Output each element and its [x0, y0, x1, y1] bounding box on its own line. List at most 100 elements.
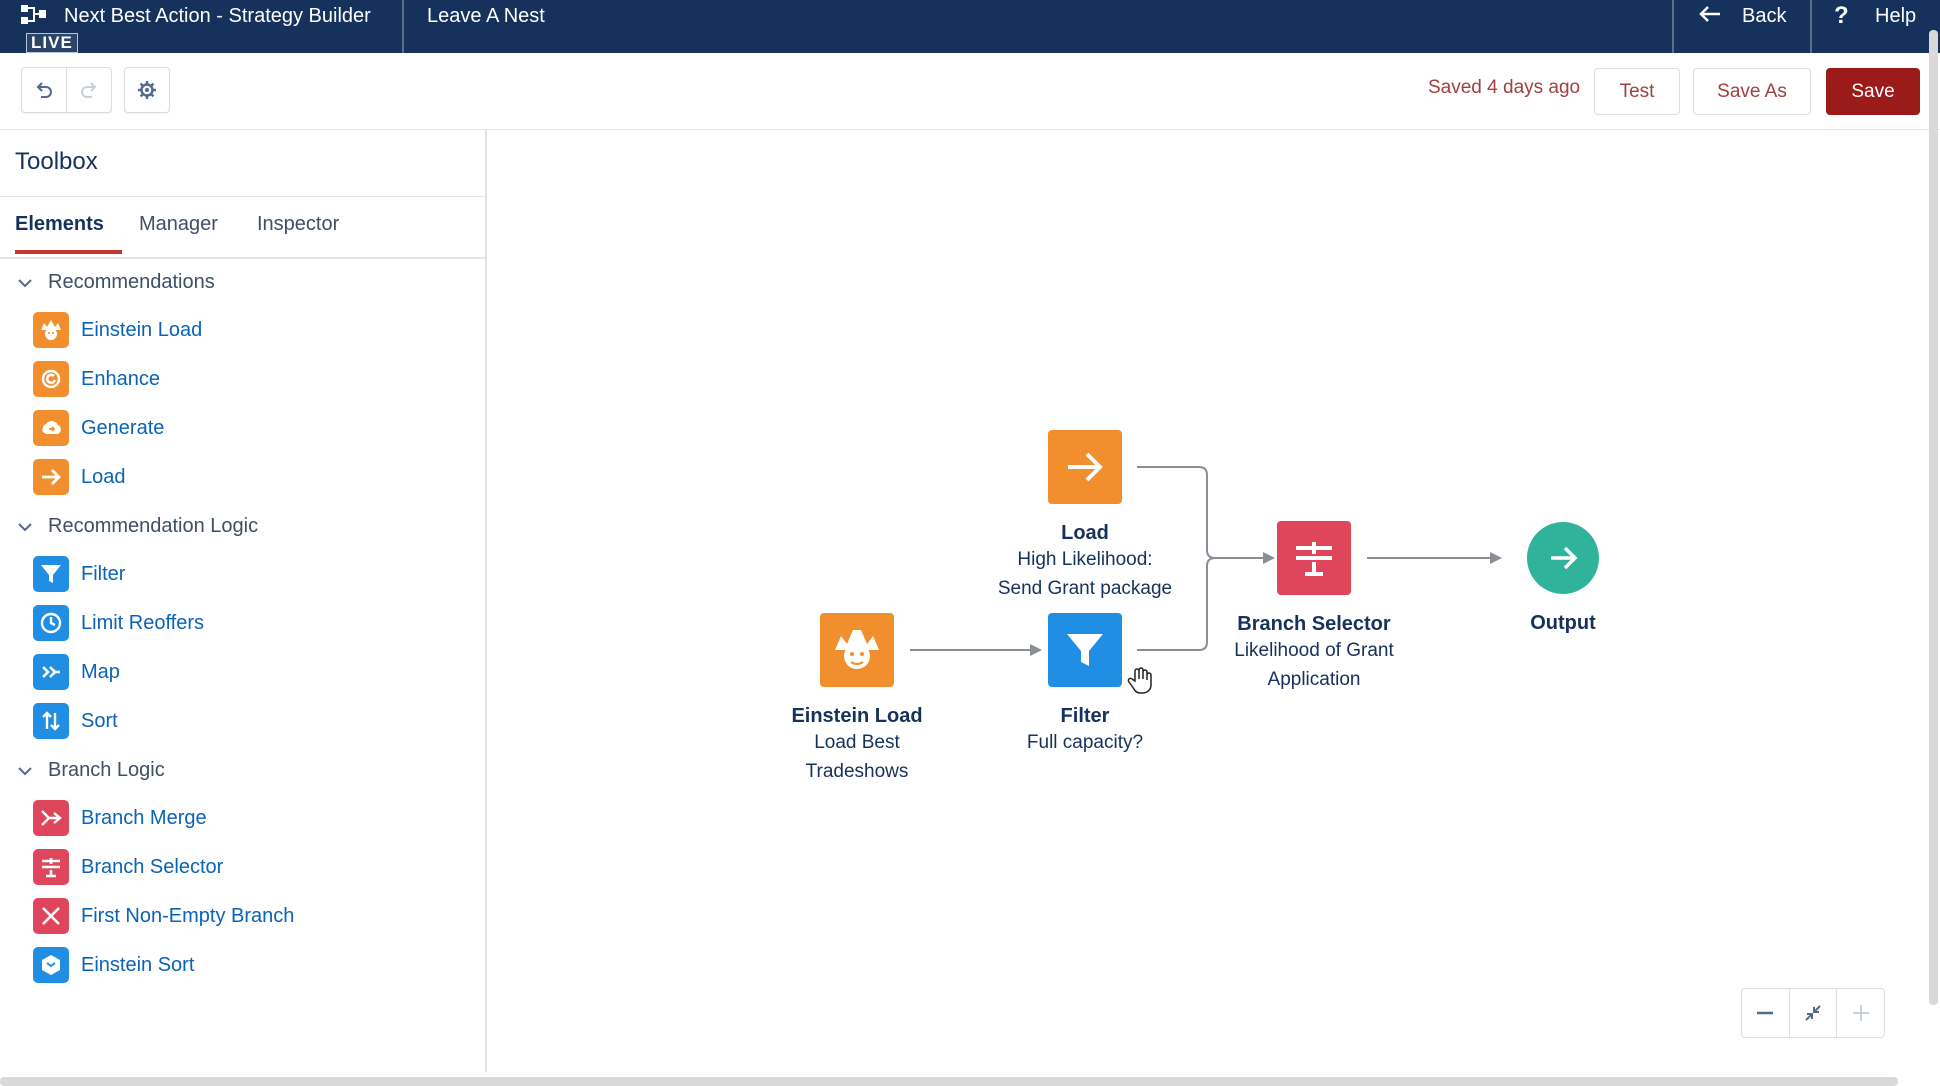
toolbox-tabs: Elements Manager Inspector	[0, 197, 485, 259]
element-label: Sort	[81, 709, 118, 732]
group-label: Branch Logic	[48, 759, 165, 781]
element-label: Branch Selector	[81, 855, 224, 878]
group-recommendations[interactable]: Recommendations	[16, 271, 215, 294]
filter-icon	[33, 556, 69, 592]
element-load[interactable]: Load	[33, 459, 126, 495]
help-label: Help	[1875, 5, 1917, 27]
chevron-down-icon	[18, 522, 32, 531]
fit-icon	[1805, 1005, 1821, 1021]
tab-inspector[interactable]: Inspector	[257, 213, 339, 250]
undo-button[interactable]	[22, 68, 66, 112]
save-button[interactable]: Save	[1826, 68, 1920, 115]
vertical-scrollbar[interactable]	[1929, 30, 1938, 1005]
element-label: Load	[81, 465, 126, 488]
hand-cursor-icon	[1127, 667, 1152, 694]
element-label: Einstein Sort	[81, 953, 195, 976]
builder-toolbar: Saved 4 days ago Test Save As Save	[0, 53, 1940, 130]
save-as-button[interactable]: Save As	[1693, 68, 1811, 115]
generate-icon	[33, 410, 69, 446]
element-label: Limit Reoffers	[81, 611, 205, 634]
fit-to-screen-button[interactable]	[1788, 989, 1837, 1037]
tab-manager[interactable]: Manager	[139, 213, 218, 250]
node-branch-selector[interactable]: Branch Selector Likelihood of Grant Appl…	[1194, 521, 1434, 694]
node-description: Likelihood of Grant	[1234, 640, 1394, 661]
help-button[interactable]: ? Help	[1812, 0, 1940, 53]
back-label: Back	[1742, 5, 1787, 27]
einstein-sort-icon	[33, 947, 69, 983]
node-title: Einstein Load	[791, 705, 923, 727]
help-icon: ?	[1834, 2, 1849, 29]
app-header: Next Best Action - Strategy Builder LIVE…	[0, 0, 1940, 53]
arrow-right-icon	[33, 459, 69, 495]
zoom-in-icon	[1852, 1005, 1869, 1021]
element-label: Enhance	[81, 367, 160, 390]
group-recommendation-logic[interactable]: Recommendation Logic	[16, 515, 258, 538]
node-title: Load	[1061, 522, 1109, 544]
node-description: High Likelihood:	[1017, 549, 1153, 570]
element-branch-selector[interactable]: Branch Selector	[33, 849, 223, 885]
element-label: Einstein Load	[81, 318, 203, 341]
first-non-empty-branch-icon	[33, 898, 69, 934]
strategy-name: Leave A Nest	[427, 5, 545, 27]
node-description: Load Best	[814, 732, 900, 753]
toolbox-title: Toolbox	[15, 148, 98, 175]
redo-button[interactable]	[66, 68, 111, 112]
zoom-out-icon	[1757, 1011, 1774, 1015]
chevron-down-icon	[18, 278, 32, 287]
node-einstein-load[interactable]: Einstein Load Load Best Tradeshows	[757, 613, 957, 786]
node-load[interactable]: Load High Likelihood: Send Grant package	[985, 430, 1185, 603]
output-arrow-icon	[1527, 522, 1599, 594]
redo-icon	[81, 82, 97, 98]
chevron-down-icon	[18, 766, 32, 775]
settings-button[interactable]	[125, 68, 169, 112]
einstein-icon	[820, 613, 894, 687]
element-branch-merge[interactable]: Branch Merge	[33, 800, 207, 836]
element-einstein-load[interactable]: Einstein Load	[33, 312, 202, 348]
element-filter[interactable]: Filter	[33, 556, 125, 592]
back-button[interactable]: Back	[1672, 0, 1812, 53]
zoom-in-button[interactable]	[1836, 989, 1884, 1037]
map-icon	[33, 654, 69, 690]
node-title: Output	[1530, 612, 1596, 634]
element-sort[interactable]: Sort	[33, 703, 118, 739]
element-label: Map	[81, 660, 120, 683]
element-generate[interactable]: Generate	[33, 410, 164, 446]
live-badge: LIVE	[26, 33, 78, 53]
gear-icon	[138, 81, 156, 99]
app-title-area: Next Best Action - Strategy Builder LIVE	[0, 0, 404, 53]
element-first-non-empty-branch[interactable]: First Non-Empty Branch	[33, 898, 294, 934]
filter-icon	[1048, 613, 1122, 687]
arrow-left-icon	[1699, 6, 1720, 22]
test-button[interactable]: Test	[1594, 68, 1680, 115]
node-output[interactable]: Output	[1463, 522, 1663, 635]
node-description: Send Grant package	[997, 578, 1173, 599]
element-label: Branch Merge	[81, 806, 207, 829]
arrow-right-icon	[1048, 430, 1122, 504]
element-einstein-sort[interactable]: Einstein Sort	[33, 947, 194, 983]
element-enhance[interactable]: Enhance	[33, 361, 160, 397]
toolbox-panel: Toolbox Elements Manager Inspector Recom…	[0, 130, 487, 1072]
node-description: Full capacity?	[1026, 732, 1144, 753]
node-title: Filter	[1060, 705, 1110, 727]
strategy-builder-icon	[21, 5, 46, 24]
node-description: Tradeshows	[805, 761, 909, 782]
undo-icon	[36, 82, 52, 98]
element-limit-reoffers[interactable]: Limit Reoffers	[33, 605, 204, 641]
zoom-out-button[interactable]	[1742, 989, 1789, 1037]
horizontal-scrollbar[interactable]	[0, 1077, 1898, 1086]
tab-elements[interactable]: Elements	[15, 213, 122, 254]
element-map[interactable]: Map	[33, 654, 120, 690]
zoom-controls	[1741, 988, 1885, 1038]
branch-merge-icon	[33, 800, 69, 836]
strategy-canvas[interactable]: Load High Likelihood: Send Grant package…	[487, 130, 1930, 1072]
enhance-icon	[33, 361, 69, 397]
node-title: Branch Selector	[1237, 613, 1391, 635]
saved-status: Saved 4 days ago	[1428, 77, 1581, 98]
branch-selector-icon	[1277, 521, 1351, 595]
undo-redo-group	[21, 67, 112, 113]
node-filter[interactable]: Filter Full capacity?	[985, 613, 1185, 757]
clock-icon	[33, 605, 69, 641]
einstein-icon	[33, 312, 69, 348]
branch-selector-icon	[33, 849, 69, 885]
group-branch-logic[interactable]: Branch Logic	[16, 759, 165, 782]
